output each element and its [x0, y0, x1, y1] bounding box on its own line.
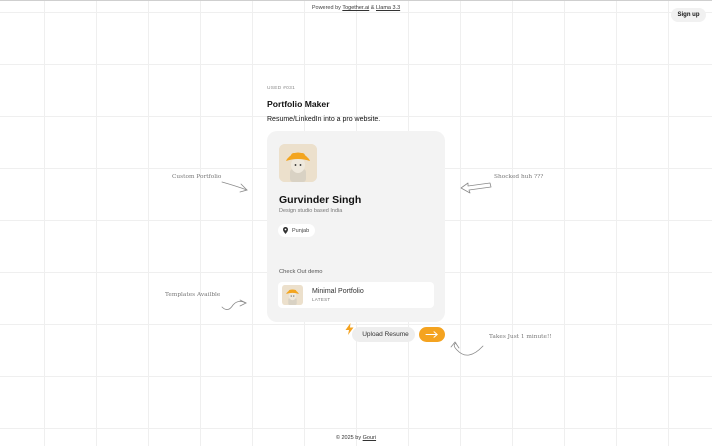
author-link[interactable]: Gouri: [363, 435, 376, 441]
hand-drawn-arrow-icon: [221, 181, 248, 193]
hand-drawn-arrow-icon: [460, 182, 492, 194]
footer-prefix: © 2025 by: [335, 435, 362, 441]
hand-drawn-arrow-icon: [221, 299, 247, 310]
doodle-layer: [221, 181, 492, 356]
hand-drawn-arrow-icon: [450, 341, 484, 356]
footer: © 2025 by Gouri: [0, 435, 712, 441]
